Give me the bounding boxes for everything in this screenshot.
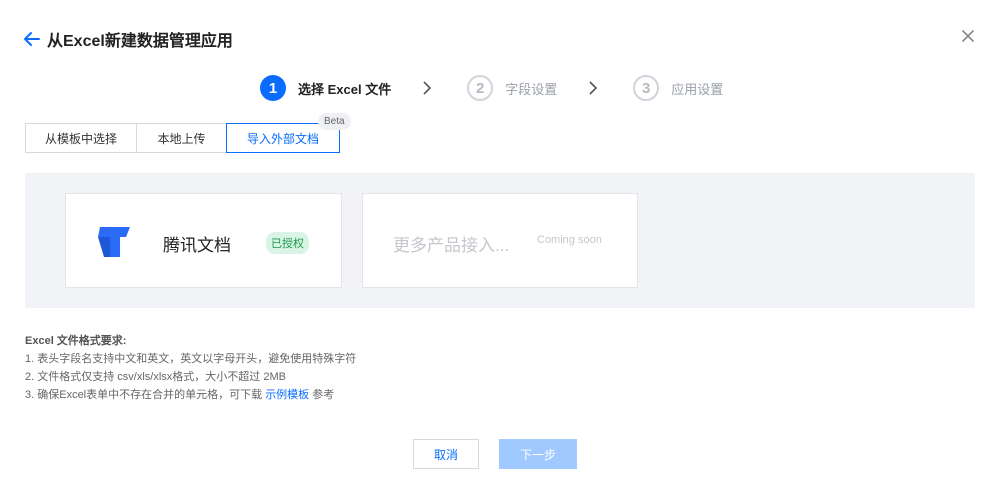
- tencent-docs-card[interactable]: 腾讯文档 已授权: [65, 193, 342, 288]
- sample-template-link[interactable]: 示例模板: [265, 389, 309, 401]
- card-name: 腾讯文档: [163, 236, 231, 255]
- cancel-button[interactable]: 取消: [413, 439, 479, 469]
- authorized-badge: 已授权: [266, 232, 309, 254]
- more-products-text: 更多产品接入...: [393, 236, 510, 255]
- step-label: 字段设置: [505, 81, 558, 97]
- coming-soon-text: Coming soon: [537, 234, 602, 246]
- close-icon[interactable]: [960, 28, 976, 44]
- chevron-right-icon: [589, 81, 598, 95]
- more-products-card: 更多产品接入... Coming soon: [362, 193, 638, 288]
- step-label: 应用设置: [671, 81, 724, 97]
- chevron-right-icon: [423, 81, 432, 95]
- dialog-header: 从Excel新建数据管理应用: [23, 27, 233, 51]
- tencent-docs-logo-icon: [98, 227, 130, 257]
- requirement-item: 2. 文件格式仅支持 csv/xls/xlsx格式，大小不超过 2MB: [25, 371, 286, 383]
- step-field-settings: 2 字段设置: [467, 75, 557, 101]
- requirement-item: 3. 确保Excel表单中不存在合并的单元格，可下载 示例模板 参考: [25, 386, 356, 404]
- tab-from-template[interactable]: 从模板中选择: [25, 123, 137, 153]
- step-number: 3: [633, 75, 660, 101]
- dialog-title: 从Excel新建数据管理应用: [47, 33, 233, 50]
- beta-badge: Beta: [318, 113, 351, 130]
- step-indicator: 1 选择 Excel 文件 2 字段设置 3 应用设置: [260, 75, 723, 101]
- format-requirements: Excel 文件格式要求: 1. 表头字段名支持中文和英文，英文以字母开头，避免…: [25, 332, 356, 404]
- next-step-button[interactable]: 下一步: [499, 439, 577, 469]
- requirement-text: 3. 确保Excel表单中不存在合并的单元格，可下载: [25, 389, 266, 401]
- source-panel: 腾讯文档 已授权 更多产品接入... Coming soon: [25, 173, 975, 308]
- step-app-settings: 3 应用设置: [633, 75, 723, 101]
- step-number: 1: [260, 75, 286, 101]
- back-arrow-icon[interactable]: [23, 30, 41, 48]
- step-label: 选择 Excel 文件: [298, 81, 392, 97]
- tab-local-upload[interactable]: 本地上传: [136, 123, 227, 153]
- requirements-title: Excel 文件格式要求:: [25, 335, 127, 347]
- step-select-file: 1 选择 Excel 文件: [260, 75, 391, 101]
- requirement-text: 参考: [309, 389, 335, 401]
- source-tabs: 从模板中选择 本地上传 导入外部文档: [25, 123, 340, 153]
- requirement-item: 1. 表头字段名支持中文和英文，英文以字母开头，避免使用特殊字符: [25, 353, 357, 365]
- step-number: 2: [467, 75, 494, 101]
